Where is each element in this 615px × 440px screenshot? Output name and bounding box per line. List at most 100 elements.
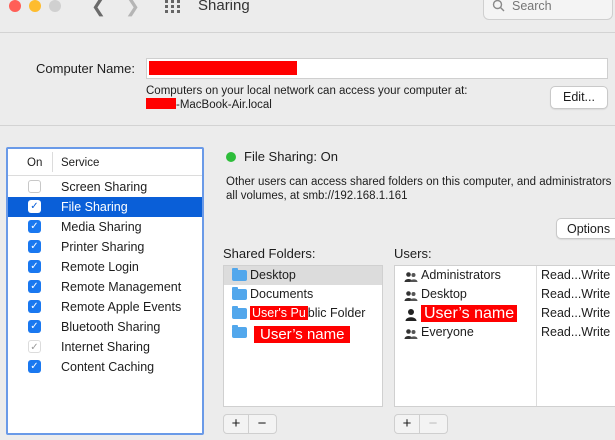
control-divider	[419, 415, 420, 433]
users-controls: + −	[394, 414, 448, 434]
shared-folder-row[interactable]: User's Pu blic Folder	[224, 304, 382, 323]
service-label: Screen Sharing	[61, 180, 148, 194]
remove-folder-button[interactable]: −	[250, 415, 274, 433]
folder-label: Desktop	[250, 268, 296, 282]
search-icon	[492, 0, 505, 12]
service-description-line1: Other users can access shared folders on…	[226, 176, 612, 188]
service-checkbox[interactable]: ✓	[28, 320, 41, 333]
services-list: On Service Screen Sharing ✓ File Sharing ✓ M…	[6, 147, 204, 435]
redacted-computer-name	[149, 61, 297, 75]
redacted-user-name: User’s name	[421, 305, 518, 322]
service-row[interactable]: Screen Sharing	[8, 177, 202, 197]
service-label: Printer Sharing	[61, 240, 145, 254]
user-row[interactable]: Desktop Read...Write	[395, 285, 615, 304]
computer-name-field[interactable]	[146, 58, 608, 79]
service-checkbox[interactable]: ✓	[28, 300, 41, 313]
service-row[interactable]: ✓ File Sharing	[8, 197, 202, 217]
service-row[interactable]: ✓ Remote Apple Events	[8, 297, 202, 317]
service-label: Remote Login	[61, 260, 139, 274]
local-address-suffix: -MacBook-Air.local	[176, 99, 272, 111]
redacted-folder-prefix: User's Pu	[250, 306, 308, 320]
permission-popup[interactable]: Read...Write	[541, 304, 610, 323]
service-row[interactable]: ✓ Bluetooth Sharing	[8, 317, 202, 337]
folder-icon	[232, 325, 247, 338]
service-row[interactable]: ✓ Remote Login	[8, 257, 202, 277]
computer-address-info: Computers on your local network can acce…	[146, 84, 468, 112]
service-description-line2: all volumes, at smb://192.168.1.161	[226, 190, 408, 202]
service-checkbox[interactable]: ✓	[28, 220, 41, 233]
shared-folders-list: Desktop Documents User's Pu blic Folder User…	[223, 265, 383, 407]
minimize-window-button[interactable]	[29, 0, 41, 12]
permission-popup[interactable]: Read...Write	[541, 323, 610, 342]
service-label: Media Sharing	[61, 220, 142, 234]
control-divider	[248, 415, 249, 433]
redacted-folder-name: User’s name	[254, 326, 351, 343]
service-checkbox[interactable]: ✓	[28, 360, 41, 373]
local-address-caption: Computers on your local network can acce…	[146, 85, 468, 97]
remove-user-button[interactable]: −	[421, 415, 445, 433]
service-label: Content Caching	[61, 360, 155, 374]
user-label: Everyone	[421, 325, 474, 339]
redacted-host	[146, 98, 176, 109]
search-input[interactable]	[510, 0, 610, 14]
permission-popup[interactable]: Read...Write	[541, 285, 610, 304]
shared-folders-title: Shared Folders:	[223, 246, 316, 261]
search-field[interactable]	[483, 0, 613, 20]
chevron-left-icon[interactable]: ❮	[91, 0, 106, 17]
services-header: On Service	[8, 149, 202, 176]
window-title: Sharing	[198, 0, 250, 14]
status-indicator	[226, 152, 236, 162]
service-description: Other users can access shared folders on…	[226, 175, 615, 203]
service-row[interactable]: ✓ Printer Sharing	[8, 237, 202, 257]
service-row[interactable]: ✓ Internet Sharing	[8, 337, 202, 357]
service-checkbox[interactable]: ✓	[28, 240, 41, 253]
folder-icon	[232, 268, 247, 281]
group-icon	[404, 289, 418, 301]
user-row[interactable]: User’s name Read...Write	[395, 304, 615, 323]
group-icon	[404, 270, 418, 282]
service-checkbox[interactable]	[28, 180, 41, 193]
close-window-button[interactable]	[9, 0, 21, 12]
column-header-on: On	[27, 157, 43, 169]
column-divider	[52, 152, 53, 172]
user-row[interactable]: Administrators Read...Write	[395, 266, 615, 285]
folder-label: Documents	[250, 287, 314, 301]
section-divider	[0, 125, 615, 126]
shared-folder-row[interactable]: Desktop	[224, 266, 382, 285]
service-label: File Sharing	[61, 200, 128, 214]
service-status: File Sharing: On	[244, 149, 338, 164]
chevron-right-icon[interactable]: ❯	[125, 0, 140, 17]
column-header-service: Service	[61, 157, 100, 169]
shared-folder-row[interactable]: Documents	[224, 285, 382, 304]
service-checkbox[interactable]: ✓	[28, 260, 41, 273]
service-label: Internet Sharing	[61, 340, 150, 354]
edit-button[interactable]: Edit...	[550, 86, 608, 109]
service-row[interactable]: ✓ Media Sharing	[8, 217, 202, 237]
shared-folder-row[interactable]: User’s name	[224, 323, 382, 343]
zoom-window-button[interactable]	[49, 0, 61, 12]
computer-name-label: Computer Name:	[36, 61, 135, 76]
user-label: Administrators	[421, 268, 501, 282]
local-address: -MacBook-Air.local	[146, 98, 468, 112]
folder-icon	[232, 287, 247, 300]
service-label: Remote Apple Events	[61, 300, 182, 314]
folder-icon	[232, 306, 247, 319]
add-user-button[interactable]: +	[395, 415, 419, 433]
service-checkbox[interactable]: ✓	[28, 200, 41, 213]
service-checkbox[interactable]: ✓	[28, 280, 41, 293]
window-toolbar: ❮ ❯ Sharing	[0, 0, 615, 24]
permission-popup[interactable]: Read...Write	[541, 266, 610, 285]
users-title: Users:	[394, 246, 432, 261]
service-row[interactable]: ✓ Content Caching	[8, 357, 202, 377]
person-icon	[404, 308, 418, 321]
user-label: User’s name	[421, 304, 518, 324]
service-row[interactable]: ✓ Remote Management	[8, 277, 202, 297]
grid-icon[interactable]	[165, 0, 181, 13]
add-folder-button[interactable]: +	[224, 415, 248, 433]
group-icon	[404, 327, 418, 339]
users-list: Administrators Read...Write Desktop Read...…	[394, 265, 615, 407]
options-button[interactable]: Options	[556, 218, 615, 239]
toolbar-divider	[0, 32, 615, 33]
service-checkbox[interactable]: ✓	[28, 340, 41, 353]
user-row[interactable]: Everyone Read...Write	[395, 323, 615, 342]
